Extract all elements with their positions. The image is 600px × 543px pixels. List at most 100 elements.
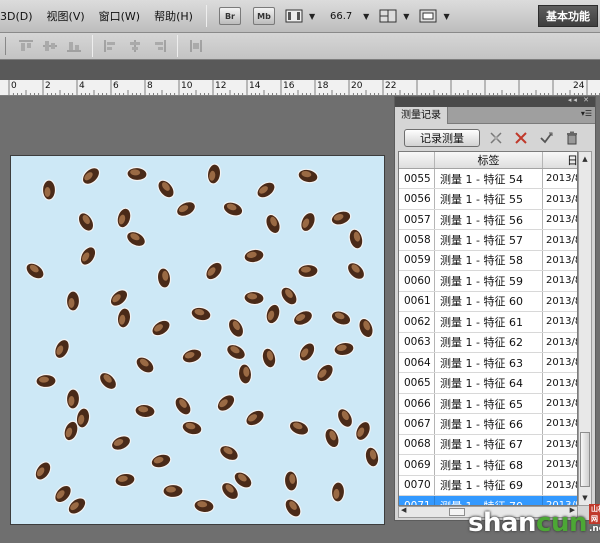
align-hcenter-icon[interactable] bbox=[125, 38, 145, 54]
table-cell-idx: 0060 bbox=[399, 271, 435, 291]
align-right-icon[interactable] bbox=[149, 38, 169, 54]
seed-shape bbox=[174, 396, 192, 416]
scroll-left-icon[interactable]: ◀ bbox=[401, 506, 406, 514]
seed-shape bbox=[216, 394, 236, 412]
zoom-level[interactable]: 66.7 bbox=[321, 11, 361, 22]
watermark-small: 山村网 bbox=[588, 504, 600, 524]
seed-shape bbox=[65, 388, 81, 410]
options-bar bbox=[0, 33, 600, 60]
table-row[interactable]: 0069 测量 1 - 特征 68 2013/8 bbox=[399, 455, 577, 476]
chevron-down-icon[interactable]: ▼ bbox=[309, 12, 315, 21]
export-icon[interactable] bbox=[537, 129, 555, 147]
table-cell-label: 测量 1 - 特征 59 bbox=[435, 271, 543, 291]
seed-shape bbox=[41, 179, 57, 201]
table-row[interactable]: 0058 测量 1 - 特征 57 2013/8 bbox=[399, 230, 577, 251]
menu-window[interactable]: 窗口(W) bbox=[92, 8, 147, 24]
table-cell-label: 测量 1 - 特征 57 bbox=[435, 230, 543, 250]
toolbar-separator bbox=[205, 5, 207, 27]
chevron-down-icon[interactable]: ▼ bbox=[443, 12, 449, 21]
seed-shape bbox=[333, 341, 355, 357]
collapse-icon[interactable]: ◂◂ ✕ bbox=[568, 96, 591, 104]
arrange-documents-icon[interactable] bbox=[377, 7, 399, 25]
ruler-label: 8 bbox=[147, 81, 153, 91]
table-cell-idx: 0066 bbox=[399, 393, 435, 414]
table-cell-idx: 0058 bbox=[399, 230, 435, 250]
align-left-icon[interactable] bbox=[101, 38, 121, 54]
seed-shape bbox=[245, 409, 265, 427]
table-cell-idx: 0068 bbox=[399, 434, 435, 455]
record-measurement-button[interactable]: 记录测量 bbox=[404, 129, 480, 147]
align-bottom-icon[interactable] bbox=[64, 38, 84, 54]
seed-shape bbox=[65, 290, 81, 312]
table-row[interactable]: 0065 测量 1 - 特征 64 2013/8 bbox=[399, 373, 578, 394]
chevron-down-icon[interactable]: ▼ bbox=[363, 12, 369, 21]
table-row[interactable]: 0066 测量 1 - 特征 65 2013/8 bbox=[399, 393, 577, 415]
panel-toolbar: 记录测量 bbox=[395, 124, 595, 151]
bridge-button[interactable]: Br bbox=[218, 7, 241, 25]
table-row[interactable]: 0059 测量 1 - 特征 58 2013/8 bbox=[399, 250, 578, 272]
table-row[interactable]: 0068 测量 1 - 特征 67 2013/8 bbox=[399, 434, 577, 456]
seed-shape bbox=[162, 483, 184, 499]
seed-shape bbox=[156, 267, 172, 289]
vertical-scrollbar[interactable]: ▲ ▼ bbox=[578, 151, 592, 506]
distribute-icon[interactable] bbox=[186, 38, 206, 54]
view-extras-icon[interactable] bbox=[283, 7, 305, 25]
table-cell-label: 测量 1 - 特征 54 bbox=[435, 169, 543, 189]
table-row[interactable]: 0064 测量 1 - 特征 63 2013/8 bbox=[399, 352, 577, 374]
table-row[interactable]: 0056 测量 1 - 特征 55 2013/8 bbox=[399, 189, 577, 210]
column-header-index[interactable] bbox=[399, 152, 435, 168]
table-cell-idx: 0070 bbox=[399, 475, 435, 495]
options-grip bbox=[0, 37, 6, 55]
ruler-label: 2 bbox=[45, 81, 51, 91]
table-row[interactable]: 0067 测量 1 - 特征 66 2013/8 bbox=[399, 414, 577, 435]
select-all-icon[interactable] bbox=[487, 129, 505, 147]
table-cell-date: 2013/8 bbox=[546, 377, 578, 389]
ruler-label: 4 bbox=[79, 81, 85, 91]
menu-3d[interactable]: 3D(D) bbox=[0, 10, 40, 23]
seed-shape bbox=[265, 303, 281, 325]
table-row[interactable]: 0063 测量 1 - 特征 62 2013/8 bbox=[399, 332, 577, 353]
seed-shape bbox=[364, 446, 380, 468]
table-row[interactable]: 0062 测量 1 - 特征 61 2013/8 bbox=[399, 312, 577, 333]
table-cell-label: 测量 1 - 特征 56 bbox=[435, 209, 543, 230]
measurement-table[interactable]: 标签 日 0055 测量 1 - 特征 54 2013/8 0056 测量 1 - 特征… bbox=[398, 151, 578, 506]
deselect-icon[interactable] bbox=[512, 129, 530, 147]
align-top-icon[interactable] bbox=[16, 38, 36, 54]
minibridge-button[interactable]: Mb bbox=[252, 7, 275, 25]
column-header-label[interactable]: 标签 bbox=[435, 152, 543, 168]
scroll-down-icon[interactable]: ▼ bbox=[579, 491, 591, 505]
scroll-up-icon[interactable]: ▲ bbox=[579, 152, 591, 166]
chevron-down-icon[interactable]: ▼ bbox=[403, 12, 409, 21]
watermark-logo: shancun 山村网 .net bbox=[468, 504, 600, 538]
tab-measurement-log[interactable]: 测量记录 bbox=[395, 107, 448, 124]
ruler-label: 0 bbox=[11, 81, 17, 91]
table-row[interactable]: 0060 测量 1 - 特征 59 2013/8 bbox=[399, 271, 578, 292]
table-row[interactable]: 0057 测量 1 - 特征 56 2013/8 bbox=[399, 209, 577, 231]
document-tab-strip bbox=[0, 60, 600, 80]
trash-icon[interactable] bbox=[563, 129, 581, 147]
table-cell-date: 2013/8 bbox=[546, 275, 578, 287]
workspace-switcher[interactable]: 基本功能 bbox=[538, 5, 598, 27]
table-row[interactable]: 0061 测量 1 - 特征 60 2013/8 bbox=[399, 291, 577, 313]
column-header-date[interactable]: 日 bbox=[543, 152, 577, 168]
table-row[interactable]: 0070 测量 1 - 特征 69 2013/8 bbox=[399, 475, 577, 496]
table-cell-date: 2013/8 bbox=[546, 254, 578, 266]
document-canvas[interactable] bbox=[10, 155, 385, 525]
table-cell-label: 测量 1 - 特征 63 bbox=[435, 352, 543, 373]
seed-shape bbox=[81, 167, 101, 185]
menu-view[interactable]: 视图(V) bbox=[40, 8, 92, 24]
seed-shape bbox=[288, 420, 310, 436]
scroll-thumb[interactable] bbox=[449, 508, 465, 516]
screen-mode-icon[interactable] bbox=[417, 7, 439, 25]
table-row[interactable]: 0055 测量 1 - 特征 54 2013/8 bbox=[399, 169, 577, 190]
ruler-label: 10 bbox=[181, 81, 193, 91]
align-vcenter-icon[interactable] bbox=[40, 38, 60, 54]
seed-shape bbox=[348, 228, 364, 250]
scroll-thumb[interactable] bbox=[580, 432, 590, 487]
seed-shape bbox=[35, 373, 57, 389]
menu-help[interactable]: 帮助(H) bbox=[147, 8, 200, 24]
seed-shape bbox=[226, 343, 246, 361]
seed-shape bbox=[176, 201, 196, 217]
ruler-label: 12 bbox=[215, 81, 227, 91]
panel-menu-icon[interactable]: ▾☰ bbox=[581, 109, 592, 118]
